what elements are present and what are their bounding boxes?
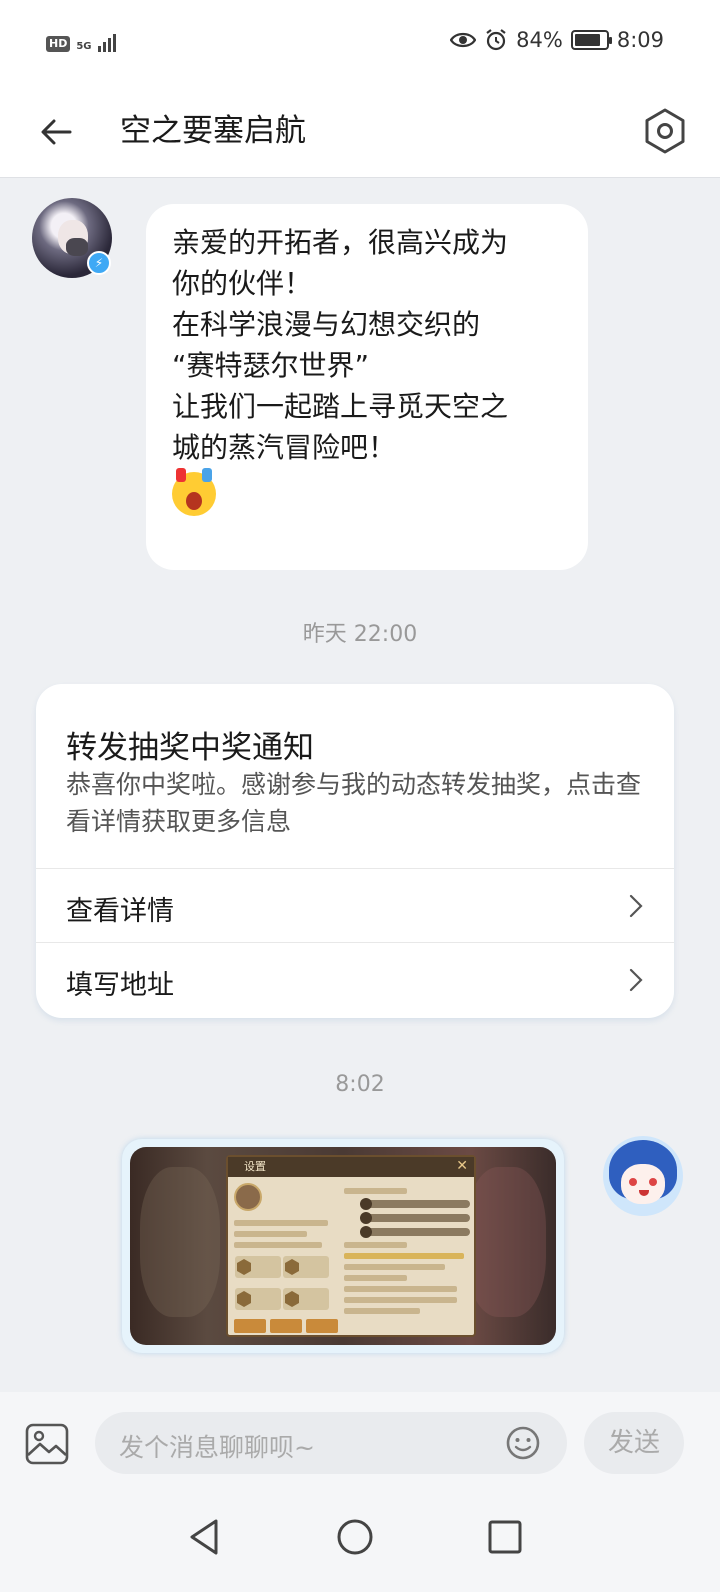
fill-address-label: 填写地址 — [66, 970, 174, 1001]
timestamp: 8:02 — [335, 1072, 385, 1097]
network-type: 5G — [76, 41, 92, 52]
back-triangle-icon[interactable] — [182, 1514, 228, 1560]
shocked-emoji-icon — [172, 468, 216, 516]
message-line: 让我们一起踏上寻觅天空之 — [172, 390, 509, 423]
image-message-bubble[interactable]: 设置 ✕ — [122, 1139, 564, 1353]
message-input[interactable]: 发个消息聊聊呗~ — [95, 1412, 567, 1474]
message-placeholder: 发个消息聊聊呗~ — [119, 1433, 315, 1462]
message-line: 城的蒸汽冒险吧！ — [172, 431, 397, 464]
status-right: 84% 8:09 — [450, 28, 664, 52]
emoji-icon[interactable] — [505, 1425, 541, 1461]
welcome-message-bubble[interactable]: 亲爱的开拓者，很高兴成为 你的伙伴！ 在科学浪漫与幻想交织的 “赛特瑟尔世界” … — [146, 204, 588, 570]
hd-badge: HD — [46, 36, 71, 52]
prize-notice-card: 转发抽奖中奖通知 恭喜你中奖啦。感谢参与我的动态转发抽奖，点击查看详情获取更多信… — [36, 684, 674, 1018]
eye-icon — [450, 32, 477, 48]
message-line: 你的伙伴！ — [172, 267, 313, 300]
battery-percent: 84% — [516, 28, 563, 52]
fill-address-row[interactable]: 填写地址 — [36, 942, 674, 1016]
game-screenshot-image[interactable]: 设置 ✕ — [130, 1147, 556, 1345]
settings-hexagon-icon[interactable] — [640, 106, 690, 156]
chat-header: 空之要塞启航 — [0, 86, 720, 178]
notice-title: 转发抽奖中奖通知 — [66, 730, 314, 766]
image-picker-icon[interactable] — [24, 1422, 70, 1466]
status-left: HD 5G — [46, 32, 116, 52]
verified-lightning-icon: ⚡ — [87, 251, 111, 275]
avatar-mask — [66, 238, 88, 256]
battery-fill — [574, 34, 601, 46]
send-button[interactable]: 发送 — [584, 1412, 684, 1474]
chevron-right-icon — [629, 968, 643, 992]
clock: 8:09 — [616, 28, 664, 52]
view-details-label: 查看详情 — [66, 896, 174, 927]
recents-square-icon[interactable] — [482, 1514, 528, 1560]
view-details-row[interactable]: 查看详情 — [36, 868, 674, 942]
alarm-icon — [486, 29, 506, 51]
battery-icon — [570, 30, 612, 50]
status-bar: HD 5G 84% 8:09 — [0, 0, 720, 86]
back-arrow-icon[interactable] — [36, 110, 80, 154]
signal-icon — [97, 32, 116, 52]
message-line: “赛特瑟尔世界” — [172, 349, 370, 382]
close-icon: ✕ — [456, 1158, 468, 1174]
home-circle-icon[interactable] — [332, 1514, 378, 1560]
message-line: 在科学浪漫与幻想交织的 — [172, 308, 481, 341]
system-nav-bar — [0, 1496, 720, 1592]
composer-bar: 发个消息聊聊呗~ 发送 — [0, 1392, 720, 1496]
game-panel-title: 设置 — [228, 1157, 474, 1177]
my-avatar[interactable] — [603, 1136, 683, 1216]
timestamp: 昨天 22:00 — [302, 622, 418, 647]
notice-body: 恭喜你中奖啦。感谢参与我的动态转发抽奖，点击查看详情获取更多信息 — [66, 770, 642, 836]
chevron-right-icon — [629, 894, 643, 918]
game-settings-panel: 设置 ✕ — [226, 1155, 476, 1337]
page-title: 空之要塞启航 — [120, 113, 306, 149]
message-line: 亲爱的开拓者，很高兴成为 — [172, 226, 509, 259]
